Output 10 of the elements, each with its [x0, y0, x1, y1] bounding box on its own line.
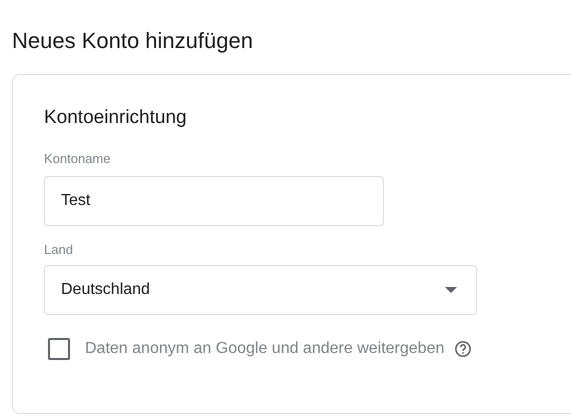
- checkbox[interactable]: [48, 338, 70, 360]
- field-label: Land: [44, 242, 74, 258]
- card-heading: Kontoeinrichtung: [44, 106, 188, 130]
- dropdown-caret-icon: [445, 287, 457, 293]
- country-dropdown[interactable]: Deutschland: [44, 265, 477, 315]
- help-icon[interactable]: [454, 340, 472, 358]
- account-name-field[interactable]: Test: [44, 176, 384, 226]
- page-title: Neues Konto hinzufügen: [12, 27, 254, 55]
- field-label: Kontoname: [44, 151, 112, 167]
- checkbox-label: Daten anonym an Google und andere weitergeben: [85, 339, 444, 359]
